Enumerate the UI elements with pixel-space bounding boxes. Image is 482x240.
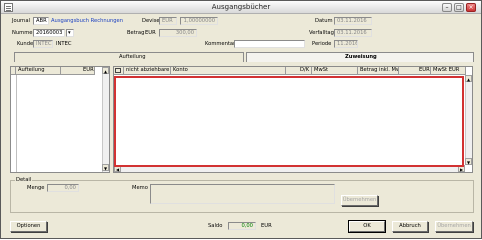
datum-label: Datum bbox=[315, 18, 333, 24]
tab-zuweisung-label: Zuweisung bbox=[345, 54, 377, 60]
grid-select-icon bbox=[115, 68, 121, 73]
zuweisung-vscrollbar[interactable]: ▲ ▼ bbox=[465, 75, 472, 165]
column-header-mwst-eur[interactable]: MwSt EUR bbox=[431, 67, 466, 75]
nummer-field[interactable]: 20160003 bbox=[33, 29, 65, 37]
minimize-button[interactable]: – bbox=[442, 3, 452, 12]
betrag-label: Betrag bbox=[127, 30, 145, 36]
kunde-label: Kunde bbox=[17, 41, 34, 47]
aufteilung-vscrollbar[interactable]: ▲ ▼ bbox=[102, 67, 109, 172]
menge-field[interactable]: 0,00 bbox=[47, 184, 79, 192]
column-header-icon[interactable] bbox=[114, 67, 124, 75]
column-header-betrag-inkl-mwst[interactable]: Betrag inkl. MwSt bbox=[358, 67, 399, 75]
column-header-mwst[interactable]: MwSt bbox=[312, 67, 358, 75]
maximize-button[interactable]: □ bbox=[454, 3, 464, 12]
saldo-currency: EUR bbox=[261, 223, 272, 229]
tab-aufteilung[interactable]: Aufteilung bbox=[14, 52, 244, 62]
aufteilung-grid[interactable]: Aufteilung EUR ▲ ▼ bbox=[10, 66, 110, 173]
scroll-down-icon[interactable]: ▼ bbox=[102, 164, 109, 171]
periode-label: Periode bbox=[312, 41, 332, 47]
exchange-rate-field[interactable]: 1,00000000 bbox=[180, 17, 218, 25]
title-bar[interactable]: Ausgangsbücher – □ × bbox=[1, 1, 481, 14]
scroll-left-icon[interactable]: ◀ bbox=[114, 165, 121, 172]
close-button[interactable]: × bbox=[466, 3, 476, 12]
zuweisung-hscrollbar[interactable]: ◀ ▶ bbox=[114, 165, 465, 172]
betrag-currency: EUR bbox=[145, 30, 156, 36]
tab-zuweisung[interactable]: Zuweisung bbox=[246, 52, 474, 62]
devise-label: Devise bbox=[142, 18, 160, 24]
kommentar-label: Kommentar bbox=[205, 41, 236, 47]
memo-field[interactable] bbox=[150, 184, 335, 204]
column-header-nicht-abziehbar[interactable]: nicht abziehbare ... bbox=[124, 67, 171, 75]
scroll-right-icon[interactable]: ▶ bbox=[458, 165, 465, 172]
kunde-code-field[interactable]: INTEC bbox=[33, 40, 53, 48]
ausgangsbuecher-window: Ausgangsbücher – □ × Journal ABR Ausgang… bbox=[0, 0, 482, 239]
nummer-dropdown-button[interactable]: ▾ bbox=[66, 29, 74, 37]
optionen-button[interactable]: Optionen bbox=[10, 221, 47, 232]
chevron-down-icon: ▾ bbox=[68, 30, 71, 36]
scroll-down-icon[interactable]: ▼ bbox=[465, 158, 472, 165]
kunde-name: INTEC bbox=[56, 41, 72, 47]
betrag-field[interactable]: 300,00 bbox=[159, 29, 197, 37]
zuweisung-grid[interactable]: nicht abziehbare ... Konto D/K MwSt Betr… bbox=[113, 66, 473, 173]
detail-uebernehmen-button[interactable]: Übernehmen bbox=[341, 195, 378, 206]
column-header-eur[interactable]: EUR bbox=[399, 67, 431, 75]
nummer-label: Nummer bbox=[12, 30, 35, 36]
datum-field[interactable]: 03.11.2016 bbox=[334, 17, 372, 25]
verfalltag-field[interactable]: 03.11.2016 bbox=[334, 29, 372, 37]
tab-aufteilung-label: Aufteilung bbox=[119, 54, 146, 60]
periode-field[interactable]: 11.2016 bbox=[334, 40, 358, 48]
journal-name-link[interactable]: Ausgangsbuch Rechnungen bbox=[51, 17, 123, 25]
ok-button[interactable]: OK bbox=[348, 220, 386, 233]
uebernehmen-button[interactable]: Übernehmen bbox=[435, 221, 473, 232]
scroll-up-icon[interactable]: ▲ bbox=[102, 67, 109, 74]
devise-field[interactable]: EUR bbox=[159, 17, 177, 25]
abbruch-button[interactable]: Abbruch bbox=[392, 221, 428, 232]
detail-group-label: Detail bbox=[15, 177, 33, 183]
memo-label: Memo bbox=[132, 185, 148, 191]
column-header-dk[interactable]: D/K bbox=[286, 67, 312, 75]
grid-divider bbox=[16, 75, 17, 172]
saldo-label: Saldo bbox=[208, 223, 223, 229]
window-title: Ausgangsbücher bbox=[211, 3, 271, 11]
column-header-eur[interactable]: EUR bbox=[61, 67, 95, 75]
column-header-konto[interactable]: Konto bbox=[171, 67, 286, 75]
scroll-up-icon[interactable]: ▲ bbox=[465, 75, 472, 82]
kommentar-field[interactable] bbox=[234, 40, 305, 48]
journal-label: Journal bbox=[12, 18, 30, 24]
journal-code-field[interactable]: ABR bbox=[33, 17, 49, 25]
verfalltag-label: Verfalltag bbox=[309, 30, 334, 36]
saldo-field[interactable]: 0,00 bbox=[228, 222, 256, 230]
menge-label: Menge bbox=[27, 185, 45, 191]
column-header-aufteilung[interactable]: Aufteilung bbox=[16, 67, 61, 75]
